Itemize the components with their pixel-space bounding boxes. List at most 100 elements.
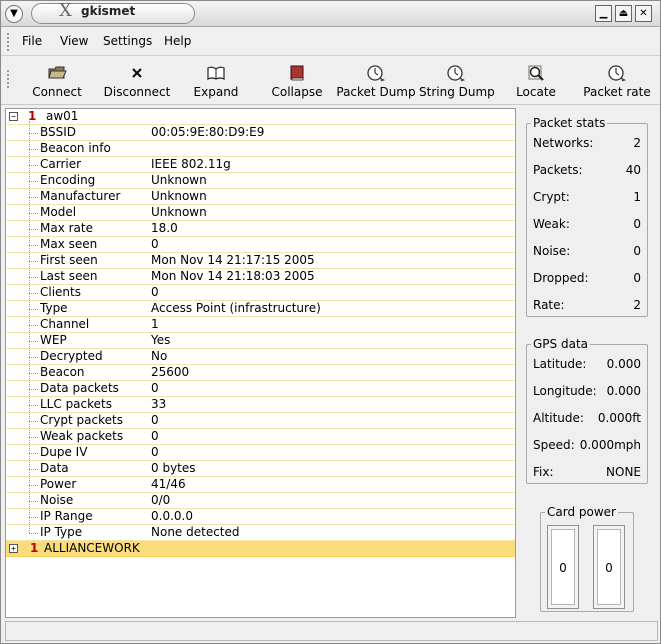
close-button[interactable]: ✕: [635, 5, 652, 22]
toolbar-grip[interactable]: [6, 69, 10, 89]
packet-rate-label: Packet rate: [583, 85, 651, 99]
detail-row[interactable]: Max seen 0: [6, 237, 515, 253]
detail-row[interactable]: Manufacturer Unknown: [6, 189, 515, 205]
detail-row[interactable]: WEP Yes: [6, 333, 515, 349]
detail-row[interactable]: Power 41/46: [6, 477, 515, 493]
connect-label: Connect: [32, 85, 82, 99]
tree-guide-line: [29, 121, 30, 533]
detail-row[interactable]: First seen Mon Nov 14 21:17:15 2005: [6, 253, 515, 269]
detail-row[interactable]: Decrypted No: [6, 349, 515, 365]
menu-bar: File View Settings Help: [1, 28, 660, 56]
packet-stats-frame: Packet stats Networks: 2 Packets: 40 Crypt: 1…: [526, 116, 648, 317]
tree-branch-line: [29, 181, 38, 182]
detail-row[interactable]: IP Range 0.0.0.0: [6, 509, 515, 525]
packet-dump-button[interactable]: Packet Dump: [335, 57, 417, 105]
detail-value: 1: [151, 317, 159, 331]
tree-branch-line: [29, 373, 38, 374]
detail-row[interactable]: Carrier IEEE 802.11g: [6, 157, 515, 173]
detail-value: 33: [151, 397, 167, 411]
detail-row[interactable]: Encoding Unknown: [6, 173, 515, 189]
detail-value: 0: [151, 285, 159, 299]
detail-value: None detected: [151, 525, 240, 539]
detail-key: Data: [40, 461, 69, 475]
detail-row[interactable]: LLC packets 33: [6, 397, 515, 413]
detail-key: Encoding: [40, 173, 96, 187]
detail-value: Unknown: [151, 205, 207, 219]
collapse-button[interactable]: Collapse: [267, 57, 327, 105]
stat-label: Fix:: [533, 465, 554, 479]
menu-help[interactable]: Help: [164, 34, 191, 48]
network-tree[interactable]: −1 aw01 BSSID 00:05:9E:80:D9:E9 Beacon info C…: [5, 108, 516, 618]
stat-label: Noise:: [533, 244, 571, 258]
detail-row[interactable]: Data packets 0: [6, 381, 515, 397]
stat-value: 0: [633, 271, 641, 285]
detail-row[interactable]: Clients 0: [6, 285, 515, 301]
stat-value: 40: [625, 163, 641, 177]
packet-stats-title: Packet stats: [531, 116, 608, 130]
minimize-button[interactable]: ▁: [595, 5, 612, 22]
menubar-grip[interactable]: [6, 32, 10, 52]
detail-row[interactable]: Data 0 bytes: [6, 461, 515, 477]
tree-branch-line: [29, 309, 38, 310]
window-menu-button[interactable]: ▼: [5, 5, 23, 23]
card-power-value: 0: [597, 529, 621, 605]
detail-row[interactable]: Noise 0/0: [6, 493, 515, 509]
locate-label: Locate: [516, 85, 556, 99]
stat-label: Networks:: [533, 136, 594, 150]
detail-value: 0/0: [151, 493, 171, 507]
tree-branch-line: [29, 133, 38, 134]
detail-value: IEEE 802.11g: [151, 157, 231, 171]
stopwatch-icon: [447, 65, 466, 82]
detail-row[interactable]: Crypt packets 0: [6, 413, 515, 429]
detail-row[interactable]: BSSID 00:05:9E:80:D9:E9: [6, 125, 515, 141]
stat-label: Latitude:: [533, 357, 587, 371]
detail-row[interactable]: Model Unknown: [6, 205, 515, 221]
detail-row[interactable]: Channel 1: [6, 317, 515, 333]
expand-toggle-icon[interactable]: +: [9, 544, 18, 553]
detail-row[interactable]: Dupe IV 0: [6, 445, 515, 461]
detail-value: 0.0.0.0: [151, 509, 193, 523]
detail-row[interactable]: Type Access Point (infrastructure): [6, 301, 515, 317]
network-row[interactable]: +1 ALLIANCEWORK: [6, 541, 515, 557]
expand-label: Expand: [193, 85, 239, 99]
menu-file[interactable]: File: [22, 34, 42, 48]
detail-value: 0: [151, 413, 159, 427]
detail-row[interactable]: Last seen Mon Nov 14 21:18:03 2005: [6, 269, 515, 285]
stopwatch-icon: [608, 65, 627, 82]
detail-key: Beacon: [40, 365, 85, 379]
detail-key: First seen: [40, 253, 98, 267]
packet-dump-label: Packet Dump: [336, 85, 416, 99]
menu-settings[interactable]: Settings: [103, 34, 152, 48]
gps-data-title: GPS data: [531, 337, 590, 351]
expand-button[interactable]: Expand: [188, 57, 244, 105]
string-dump-button[interactable]: String Dump: [419, 57, 495, 105]
detail-value: Mon Nov 14 21:17:15 2005: [151, 253, 315, 267]
tree-branch-line: [29, 501, 38, 502]
detail-key: IP Type: [40, 525, 83, 539]
detail-row[interactable]: Beacon info: [6, 141, 515, 157]
detail-row[interactable]: Max rate 18.0: [6, 221, 515, 237]
detail-key: Channel: [40, 317, 90, 331]
tree-branch-line: [29, 453, 38, 454]
packet-rate-button[interactable]: Packet rate: [581, 57, 653, 105]
menu-view[interactable]: View: [60, 34, 88, 48]
tree-branch-line: [29, 293, 38, 294]
stat-value: 0: [633, 244, 641, 258]
detail-value: 0: [151, 429, 159, 443]
card-power-value: 0: [551, 529, 575, 605]
detail-row[interactable]: Beacon 25600: [6, 365, 515, 381]
network-row[interactable]: −1 aw01: [6, 109, 515, 125]
maximize-button[interactable]: ⏏: [615, 5, 632, 22]
connect-button[interactable]: Connect: [26, 57, 88, 105]
tree-branch-line: [29, 469, 38, 470]
detail-row[interactable]: Weak packets 0: [6, 429, 515, 445]
collapse-toggle-icon[interactable]: −: [9, 112, 18, 121]
disconnect-button[interactable]: Disconnect: [102, 57, 172, 105]
locate-button[interactable]: Locate: [511, 57, 561, 105]
stat-value: 0: [633, 217, 641, 231]
detail-row[interactable]: IP Type None detected: [6, 525, 515, 541]
network-number-icon: 1: [30, 541, 39, 555]
toolbar: Connect Disconnect Expand Collapse Packe…: [1, 57, 660, 105]
detail-value: 41/46: [151, 477, 186, 491]
stat-label: Weak:: [533, 217, 570, 231]
